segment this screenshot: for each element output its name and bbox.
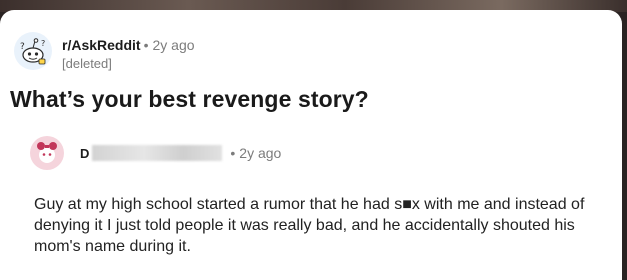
post-title[interactable]: What’s your best revenge story? <box>10 86 369 113</box>
post-meta-line: r/AskReddit • 2y ago <box>62 36 195 54</box>
comment-header: D • 2y ago <box>30 136 610 170</box>
redacted-username <box>92 145 223 161</box>
reddit-snoo-icon: ? ? <box>20 38 46 65</box>
post-card: ? ? r/AskReddit • 2y ago [deleted] What’s … <box>0 10 622 280</box>
user-avatar[interactable] <box>30 136 64 170</box>
reddit-user-avatar-icon <box>37 142 57 163</box>
subreddit-avatar[interactable]: ? ? <box>14 32 52 70</box>
subreddit-name[interactable]: r/AskReddit <box>62 37 141 53</box>
svg-text:?: ? <box>20 42 25 52</box>
post-meta: r/AskReddit • 2y ago [deleted] <box>62 36 195 73</box>
comment-meta-separator: • <box>230 145 236 161</box>
meta-separator: • <box>143 37 149 53</box>
comment-body: Guy at my high school started a rumor th… <box>34 196 585 255</box>
comment-username[interactable]: D <box>80 146 89 161</box>
svg-text:?: ? <box>41 39 45 48</box>
comment: D • 2y ago Guy at my high school started… <box>30 136 610 257</box>
post-author: [deleted] <box>62 56 112 71</box>
post-age: 2y ago <box>152 37 195 53</box>
comment-age: 2y ago <box>239 145 282 161</box>
post-header: ? ? r/AskReddit • 2y ago [deleted] <box>14 32 195 73</box>
